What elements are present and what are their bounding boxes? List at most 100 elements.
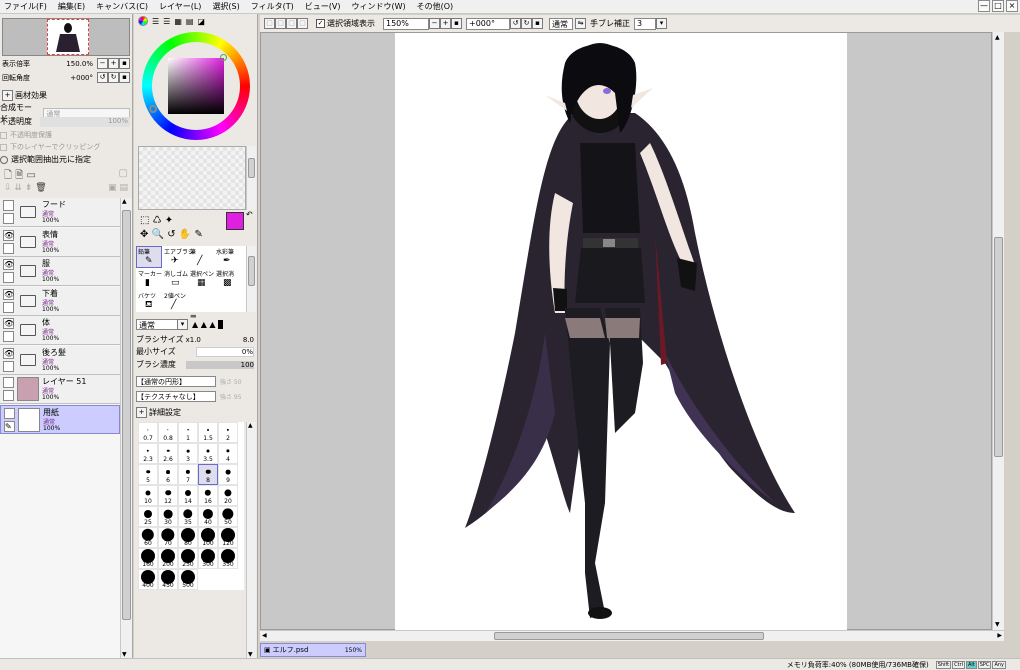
menu-item-3[interactable]: レイヤー(L) bbox=[159, 1, 201, 12]
layer-row[interactable]: 👁 服通常 100% bbox=[0, 257, 120, 286]
new-linework-layer-icon[interactable]: 🗎 bbox=[15, 170, 23, 181]
brush-size-cell[interactable]: 250 bbox=[178, 548, 198, 569]
brush-size-cell[interactable]: 20 bbox=[218, 485, 238, 506]
tool-4[interactable]: マーカー ▮ bbox=[136, 268, 162, 290]
tool-0[interactable]: 鉛筆 ✎ bbox=[136, 246, 162, 268]
swatch-tab-icon[interactable]: ▦ bbox=[174, 17, 182, 26]
brush-grid-scrollbar[interactable]: ▲ ▼ bbox=[246, 422, 256, 658]
menu-item-5[interactable]: フィルタ(T) bbox=[251, 1, 294, 12]
scratchpad-scrollbar[interactable] bbox=[246, 146, 256, 210]
navigator-view-rect[interactable] bbox=[47, 19, 89, 55]
visibility-toggle[interactable]: 👁 bbox=[3, 259, 14, 270]
lock-toggle[interactable] bbox=[3, 390, 14, 401]
sv-marker[interactable] bbox=[220, 54, 227, 61]
color-panel-extra-icon[interactable]: ◪ bbox=[197, 17, 205, 26]
hue-marker[interactable] bbox=[149, 105, 157, 113]
visibility-toggle[interactable]: 👁 bbox=[3, 229, 14, 241]
hscroll-thumb[interactable] bbox=[494, 632, 764, 640]
tool-1[interactable]: エアブラシ ✈ bbox=[162, 246, 194, 268]
select-all-button[interactable]: ▢ bbox=[286, 18, 297, 29]
brush-size-cell[interactable]: 8 bbox=[198, 464, 218, 485]
brush-size-cell[interactable]: 0.8 bbox=[158, 422, 178, 443]
brush-size-cell[interactable]: 120 bbox=[218, 527, 238, 548]
visibility-toggle[interactable]: 👁 bbox=[3, 318, 14, 329]
visibility-toggle[interactable] bbox=[3, 377, 14, 388]
toolbar-extra-button[interactable]: ▢ bbox=[297, 18, 308, 29]
close-button[interactable]: × bbox=[1006, 0, 1018, 12]
canvas-hscrollbar[interactable]: ◀ ▶ bbox=[260, 630, 1004, 641]
tool-5[interactable]: 消しゴム ▭ bbox=[162, 268, 188, 290]
brush-size-cell[interactable]: 35 bbox=[178, 506, 198, 527]
canvas-paper[interactable] bbox=[395, 33, 847, 631]
lock-toggle[interactable] bbox=[3, 242, 14, 254]
brush-size-cell[interactable]: 4 bbox=[218, 443, 238, 464]
stabilizer-dropdown[interactable]: ▾ bbox=[656, 18, 667, 29]
layer-row[interactable]: 👁 体通常 100% bbox=[0, 316, 120, 345]
selection-source-radio[interactable] bbox=[0, 155, 8, 164]
layer-row[interactable]: レイヤー 51 通常 100% bbox=[0, 375, 120, 404]
toolbar-zoom-in[interactable]: + bbox=[440, 18, 451, 29]
hscroll-left-icon[interactable]: ◀ bbox=[262, 632, 267, 639]
document-tab[interactable]: ▣ エルフ.psd 150% bbox=[260, 643, 366, 657]
brush-size-cell[interactable]: 450 bbox=[158, 569, 178, 590]
lock-toggle[interactable] bbox=[3, 331, 14, 342]
clear-layer-icon[interactable]: ▣ ▤ bbox=[108, 183, 128, 193]
tool-8[interactable]: バケツ ⛾ bbox=[136, 290, 162, 312]
brush-size-cell[interactable]: 9 bbox=[218, 464, 238, 485]
rect-select-icon[interactable]: ⬚ bbox=[140, 215, 149, 226]
lock-toggle[interactable]: ✎ bbox=[4, 420, 15, 432]
layer-scroll-thumb[interactable] bbox=[122, 210, 131, 620]
merge-down-icon[interactable]: ⇊ bbox=[14, 183, 22, 193]
brush-size-cell[interactable]: 2.3 bbox=[138, 443, 158, 464]
menu-item-4[interactable]: 選択(S) bbox=[212, 1, 239, 12]
brush-size-cell[interactable]: 12 bbox=[158, 485, 178, 506]
min-size-value[interactable]: 0% bbox=[196, 346, 254, 357]
deselect-button[interactable]: ▢ bbox=[264, 18, 275, 29]
brush-size-cell[interactable]: 2 bbox=[218, 422, 238, 443]
brush-size-cell[interactable]: 0.7 bbox=[138, 422, 158, 443]
density-value[interactable]: 100 bbox=[186, 360, 254, 369]
angle-select[interactable]: +000° bbox=[466, 17, 510, 30]
visibility-toggle[interactable] bbox=[4, 407, 15, 419]
zoom-tool-icon[interactable]: 🔍 bbox=[152, 229, 164, 240]
layer-row[interactable]: 👁 後ろ髪 通常 100% bbox=[0, 345, 120, 375]
layer-row[interactable]: 👁 表情 通常 100% bbox=[0, 227, 120, 257]
flip-view-button[interactable]: ⇋ bbox=[575, 18, 586, 29]
zoom-select[interactable]: 150% bbox=[383, 17, 429, 30]
brush-size-cell[interactable]: 60 bbox=[138, 527, 158, 548]
menu-item-0[interactable]: ファイル(F) bbox=[4, 1, 47, 12]
brush-size-cell[interactable]: 300 bbox=[198, 548, 218, 569]
vscroll-thumb[interactable] bbox=[994, 237, 1003, 457]
brush-size-cell[interactable]: 3 bbox=[178, 443, 198, 464]
brush-size-cell[interactable]: 14 bbox=[178, 485, 198, 506]
scratchpad-tab-icon[interactable]: ▤ bbox=[186, 17, 194, 26]
stabilizer-select[interactable]: 3 bbox=[634, 17, 656, 30]
brush-size-cell[interactable]: 30 bbox=[158, 506, 178, 527]
rotate-view-icon[interactable]: ↺ bbox=[167, 229, 175, 240]
visibility-toggle[interactable]: 👁 bbox=[3, 347, 14, 359]
brush-size-cell[interactable]: 40 bbox=[198, 506, 218, 527]
brush-size-cell[interactable]: 1.5 bbox=[198, 422, 218, 443]
scratchpad-area[interactable] bbox=[138, 146, 246, 210]
zoom-in-button[interactable]: + bbox=[108, 58, 119, 69]
lock-toggle[interactable] bbox=[3, 360, 14, 372]
new-folder-icon[interactable]: ▭ bbox=[26, 170, 35, 181]
brush-size-cell[interactable]: 70 bbox=[158, 527, 178, 548]
brush-size-cell[interactable]: 7 bbox=[178, 464, 198, 485]
brush-size-cell[interactable]: 2.6 bbox=[158, 443, 178, 464]
rotate-left-button[interactable]: ↺ bbox=[97, 72, 108, 83]
opacity-value[interactable]: 100% bbox=[40, 116, 130, 127]
hand-icon[interactable]: ✋ bbox=[179, 229, 191, 240]
saturation-value-box[interactable] bbox=[168, 58, 224, 114]
navigator-preview[interactable] bbox=[2, 18, 130, 56]
brush-size-cell[interactable]: 1 bbox=[178, 422, 198, 443]
menu-item-8[interactable]: その他(O) bbox=[417, 1, 454, 12]
canvas-vscrollbar[interactable]: ▲ ▼ bbox=[992, 32, 1004, 630]
hscroll-right-icon[interactable]: ▶ bbox=[997, 632, 1002, 639]
brush-blend-dropdown[interactable]: ▾ bbox=[177, 319, 188, 330]
texture-select[interactable]: 【テクスチャなし】 bbox=[136, 391, 216, 402]
toolbar-rotate-right[interactable]: ↻ bbox=[521, 18, 532, 29]
detail-settings-toggle[interactable]: + bbox=[136, 407, 147, 418]
expand-effects-button[interactable]: + bbox=[2, 90, 13, 101]
menu-item-2[interactable]: キャンバス(C) bbox=[96, 1, 148, 12]
